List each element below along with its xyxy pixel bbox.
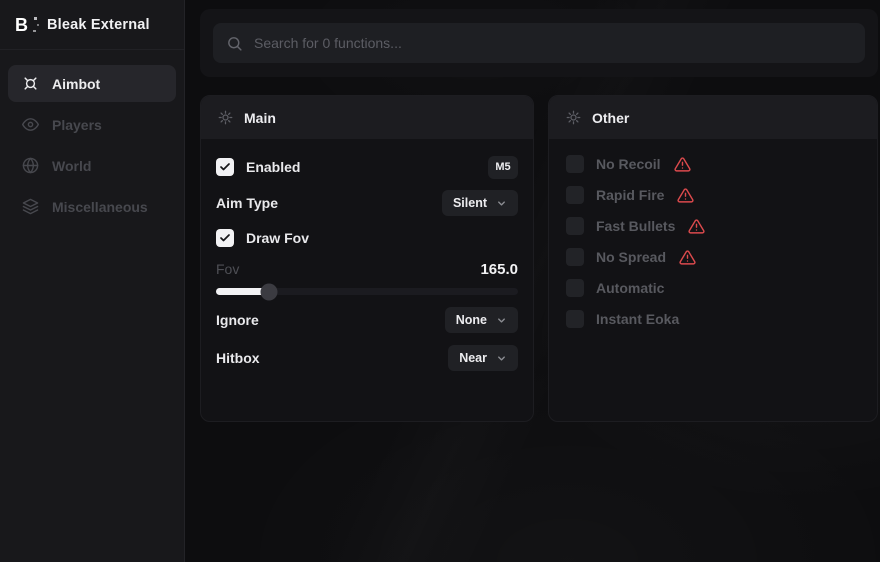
fov-value: 165.0 bbox=[480, 261, 518, 278]
draw-fov-checkbox[interactable] bbox=[216, 229, 234, 247]
sidebar-item-label: Aimbot bbox=[52, 76, 100, 92]
sidebar-item-miscellaneous[interactable]: Miscellaneous bbox=[8, 188, 176, 225]
instant-eoka-label: Instant Eoka bbox=[596, 311, 679, 327]
ignore-label: Ignore bbox=[216, 312, 259, 328]
instant-eoka-row: Instant Eoka bbox=[566, 310, 860, 328]
sidebar-item-aimbot[interactable]: Aimbot bbox=[8, 65, 176, 102]
main-panel-body: Enabled M5 Aim Type Silent bbox=[201, 139, 533, 371]
no-spread-label: No Spread bbox=[596, 249, 666, 265]
sidebar: B Bleak External Aimbot Players World bbox=[0, 0, 185, 562]
sidebar-item-label: Miscellaneous bbox=[52, 199, 148, 215]
check-icon bbox=[219, 161, 231, 173]
hitbox-dropdown[interactable]: Near bbox=[448, 345, 518, 371]
warning-icon bbox=[674, 156, 691, 173]
rapid-fire-label: Rapid Fire bbox=[596, 187, 664, 203]
no-recoil-checkbox[interactable] bbox=[566, 155, 584, 173]
rapid-fire-row: Rapid Fire bbox=[566, 186, 860, 204]
no-spread-row: No Spread bbox=[566, 248, 860, 266]
enabled-label: Enabled bbox=[246, 159, 300, 175]
enabled-checkbox-group[interactable]: Enabled bbox=[216, 158, 300, 176]
aim-type-label: Aim Type bbox=[216, 195, 278, 211]
sidebar-item-label: World bbox=[52, 158, 91, 174]
search-box[interactable] bbox=[213, 23, 865, 63]
automatic-checkbox[interactable] bbox=[566, 279, 584, 297]
search-panel bbox=[200, 9, 878, 77]
draw-fov-label: Draw Fov bbox=[246, 230, 309, 246]
sidebar-item-label: Players bbox=[52, 117, 102, 133]
aim-type-value: Silent bbox=[453, 196, 487, 210]
chevron-down-icon bbox=[496, 315, 507, 326]
fov-slider[interactable] bbox=[216, 288, 518, 295]
content: Main Enabled M5 Aim Type Silent bbox=[186, 0, 880, 562]
fov-row: Fov 165.0 bbox=[216, 260, 518, 278]
other-panel-header: Other bbox=[549, 96, 877, 139]
other-panel-body: No Recoil Rapid Fire Fast Bullets No Spr… bbox=[549, 139, 877, 328]
warning-icon bbox=[679, 249, 696, 266]
hitbox-row: Hitbox Near bbox=[216, 345, 518, 371]
ignore-row: Ignore None bbox=[216, 307, 518, 333]
brand: B Bleak External bbox=[0, 0, 184, 50]
hitbox-value: Near bbox=[459, 351, 487, 365]
no-spread-checkbox[interactable] bbox=[566, 248, 584, 266]
rapid-fire-checkbox[interactable] bbox=[566, 186, 584, 204]
enabled-checkbox[interactable] bbox=[216, 158, 234, 176]
fov-slider-thumb[interactable] bbox=[260, 283, 277, 300]
draw-fov-checkbox-group[interactable]: Draw Fov bbox=[216, 229, 309, 247]
fast-bullets-label: Fast Bullets bbox=[596, 218, 675, 234]
gear-icon bbox=[566, 110, 581, 125]
chevron-down-icon bbox=[496, 353, 507, 364]
main-panel-title: Main bbox=[244, 110, 276, 126]
fast-bullets-checkbox[interactable] bbox=[566, 217, 584, 235]
chevron-down-icon bbox=[496, 198, 507, 209]
enabled-row: Enabled M5 bbox=[216, 155, 518, 179]
main-panel: Main Enabled M5 Aim Type Silent bbox=[200, 95, 534, 422]
enabled-keybind-button[interactable]: M5 bbox=[488, 156, 518, 179]
search-icon bbox=[226, 35, 243, 52]
fov-label: Fov bbox=[216, 261, 239, 277]
app-title: Bleak External bbox=[47, 17, 150, 33]
layers-icon bbox=[22, 198, 39, 215]
warning-icon bbox=[688, 218, 705, 235]
automatic-label: Automatic bbox=[596, 280, 664, 296]
sidebar-item-players[interactable]: Players bbox=[8, 106, 176, 143]
automatic-row: Automatic bbox=[566, 279, 860, 297]
fast-bullets-row: Fast Bullets bbox=[566, 217, 860, 235]
draw-fov-row: Draw Fov bbox=[216, 226, 518, 250]
gear-icon bbox=[218, 110, 233, 125]
aim-type-dropdown[interactable]: Silent bbox=[442, 190, 518, 216]
hitbox-label: Hitbox bbox=[216, 350, 260, 366]
no-recoil-row: No Recoil bbox=[566, 155, 860, 173]
warning-icon bbox=[677, 187, 694, 204]
globe-icon bbox=[22, 157, 39, 174]
instant-eoka-checkbox[interactable] bbox=[566, 310, 584, 328]
no-recoil-label: No Recoil bbox=[596, 156, 661, 172]
check-icon bbox=[219, 232, 231, 244]
eye-icon bbox=[22, 116, 39, 133]
ignore-dropdown[interactable]: None bbox=[445, 307, 518, 333]
app-logo-icon: B bbox=[15, 15, 34, 35]
crosshair-icon bbox=[22, 75, 39, 92]
aim-type-row: Aim Type Silent bbox=[216, 190, 518, 216]
other-panel: Other No Recoil Rapid Fire Fast Bullets bbox=[548, 95, 878, 422]
sidebar-item-world[interactable]: World bbox=[8, 147, 176, 184]
main-panel-header: Main bbox=[201, 96, 533, 139]
app-window: B Bleak External Aimbot Players World bbox=[0, 0, 880, 562]
search-input[interactable] bbox=[254, 35, 852, 51]
sidebar-nav: Aimbot Players World Miscellaneous bbox=[0, 50, 184, 240]
other-panel-title: Other bbox=[592, 110, 629, 126]
ignore-value: None bbox=[456, 313, 487, 327]
